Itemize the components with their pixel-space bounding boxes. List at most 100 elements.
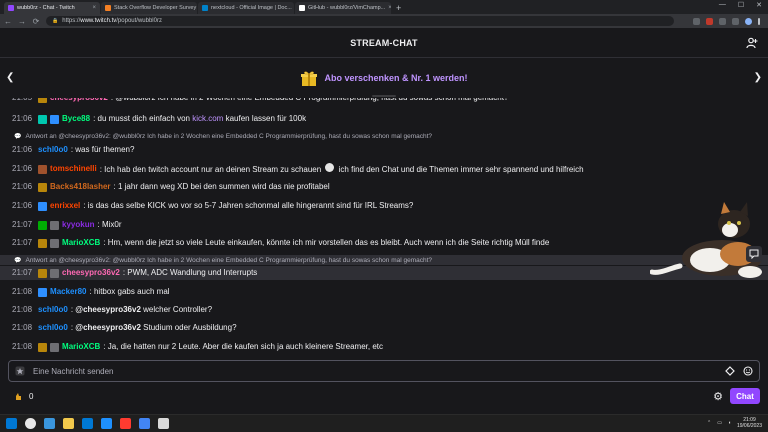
chat-message[interactable]: 21:08 Macker80: hitbox gabs auch mal [0, 285, 768, 299]
channel-points[interactable]: 0 [14, 392, 33, 401]
send-chat-button[interactable]: Chat [730, 388, 760, 404]
bits-icon[interactable] [725, 366, 735, 376]
chevron-up-icon[interactable]: ⌃ [707, 420, 711, 426]
extension-icon[interactable] [706, 17, 713, 25]
windows-start-icon[interactable] [6, 418, 17, 429]
message-fragment: kaufen lassen für 100k [223, 114, 307, 123]
forward-icon[interactable]: → [18, 17, 26, 26]
message-fragment: welcher Controller? [140, 305, 213, 314]
system-tray: ⌃ ▭ ◖ 21:09 19/06/2023 [707, 417, 762, 429]
badge-icon[interactable] [38, 164, 48, 174]
chat-message[interactable]: 21:06 tomschinelli: Ich hab den twitch ac… [0, 162, 768, 176]
taskbar-app-icon[interactable] [44, 418, 55, 429]
tab-favicon-icon [8, 5, 14, 11]
chat-input-container[interactable] [8, 360, 760, 382]
emote-picker-icon[interactable] [15, 366, 25, 376]
username[interactable]: cheesypro36v2 [50, 98, 108, 103]
badge-icon[interactable] [50, 220, 60, 230]
user-mention[interactable]: @cheesypro36v2 [75, 305, 141, 314]
chat-message[interactable]: 21:06 schl0o0: was für themen? [0, 143, 768, 157]
badge-icon[interactable] [38, 268, 48, 278]
reply-context[interactable]: 💬 Antwort an @cheesypro36v2: @wubbl0rz Ic… [0, 131, 768, 141]
taskbar-app-icon[interactable] [101, 418, 112, 429]
username[interactable]: MarioXCB [62, 238, 100, 248]
badge-icon[interactable] [38, 201, 48, 211]
username[interactable]: Byce88 [62, 114, 90, 124]
browser-tab[interactable]: wubb0rz - Chat - Twitch × [4, 2, 100, 14]
badge-icon[interactable] [50, 114, 60, 124]
browser-tab[interactable]: GitHub - wubbl0rz/VimChamp... × [295, 2, 391, 14]
username[interactable]: MarioXCB [62, 342, 100, 352]
message-fragment: : 1 jahr dann weg XD bei den summen wird… [113, 182, 330, 191]
network-icon[interactable]: ▭ [717, 420, 722, 426]
taskbar-app-icon[interactable] [139, 418, 150, 429]
chat-message[interactable]: 21:08 schl0o0: @cheesypro36v2 welcher Con… [0, 303, 768, 317]
username[interactable]: tomschinelli [50, 164, 97, 174]
taskbar-app-icon[interactable] [63, 418, 74, 429]
maximize-icon[interactable]: ☐ [738, 1, 744, 9]
chat-side-button[interactable] [746, 246, 762, 262]
url-field[interactable]: 🔒 https://www.twitch.tv/popout/wubbl0rz [46, 16, 674, 26]
username[interactable]: Backs418lasher [50, 182, 111, 192]
browser-tab[interactable]: Stack Overflow Developer Survey× [101, 2, 197, 14]
username[interactable]: schl0o0 [38, 145, 68, 155]
chat-message[interactable]: 21:08 schl0o0: @cheesypro36v2 Studium ode… [0, 321, 768, 335]
emoji-icon[interactable] [743, 366, 753, 376]
taskbar-app-icon[interactable] [158, 418, 169, 429]
tab-title: wubb0rz - Chat - Twitch [17, 5, 75, 11]
taskbar-app-icon[interactable] [82, 418, 93, 429]
message-fragment: Studium oder Ausbildung? [140, 323, 237, 332]
badge-icon[interactable] [38, 342, 48, 352]
gift-banner-text: Abo verschenken & Nr. 1 werden! [324, 73, 468, 83]
new-tab-button[interactable]: + [396, 3, 401, 13]
chat-header: STREAM-CHAT [0, 28, 768, 58]
url-host: www.twitch.tv [80, 18, 117, 24]
badge-icon[interactable] [38, 287, 48, 297]
extension-icon[interactable] [693, 17, 700, 25]
gift-sub-banner[interactable]: ❮ Abo verschenken & Nr. 1 werden! ❯ [0, 58, 768, 98]
username[interactable]: schl0o0 [38, 323, 68, 333]
message-link[interactable]: kick.com [192, 114, 223, 123]
username[interactable]: cheesypro36v2 [62, 268, 120, 278]
tab-close-icon[interactable]: × [92, 5, 96, 11]
tab-close-icon[interactable]: × [388, 5, 391, 11]
close-icon[interactable]: ✕ [756, 1, 762, 9]
taskbar-app-icon[interactable] [120, 418, 131, 429]
badge-icon[interactable] [50, 342, 60, 352]
message-text: : is das das selbe KICK wo vor so 5-7 Ja… [83, 201, 413, 211]
url-path: /popout/wubbl0rz [116, 18, 162, 24]
browser-tab[interactable]: nextcloud - Official Image | Doc...× [198, 2, 294, 14]
username[interactable]: schl0o0 [38, 305, 68, 315]
gear-icon[interactable]: ⚙ [712, 391, 724, 403]
drag-handle[interactable] [372, 95, 396, 97]
community-icon[interactable] [746, 37, 758, 49]
badge-icon[interactable] [38, 220, 48, 230]
timestamp: 21:07 [12, 238, 33, 247]
menu-icon[interactable] [758, 17, 760, 25]
message-text: : @cheesypro36v2 welcher Controller? [71, 305, 212, 315]
reload-icon[interactable]: ⟳ [32, 17, 40, 26]
chat-message[interactable]: 21:08 MarioXCB: Ja, die hatten nur 2 Leut… [0, 340, 768, 354]
badge-icon[interactable] [50, 238, 60, 248]
taskbar-app-icon[interactable] [25, 418, 36, 429]
emote-icon[interactable] [325, 163, 335, 172]
minimize-icon[interactable]: — [719, 1, 726, 9]
username[interactable]: Macker80 [50, 287, 86, 297]
sidebar-icon[interactable] [732, 17, 739, 25]
badge-icon[interactable] [38, 114, 48, 124]
volume-icon[interactable]: ◖ [728, 420, 731, 426]
user-mention[interactable]: @cheesypro36v2 [75, 323, 141, 332]
chat-input[interactable] [33, 366, 717, 376]
chevron-left-icon[interactable]: ❮ [6, 72, 14, 83]
chevron-right-icon[interactable]: ❯ [754, 72, 762, 83]
badge-icon[interactable] [38, 238, 48, 248]
username[interactable]: kyyokun [62, 220, 94, 230]
chat-message[interactable]: 21:06 Byce88: du musst dich einfach von k… [0, 112, 768, 126]
badge-icon[interactable] [38, 182, 48, 192]
back-icon[interactable]: ← [4, 17, 12, 26]
puzzle-icon[interactable] [719, 17, 726, 25]
badge-icon[interactable] [50, 268, 60, 278]
clock[interactable]: 21:09 19/06/2023 [737, 417, 762, 429]
profile-icon[interactable] [745, 17, 752, 25]
username[interactable]: enrixxel [50, 201, 80, 211]
